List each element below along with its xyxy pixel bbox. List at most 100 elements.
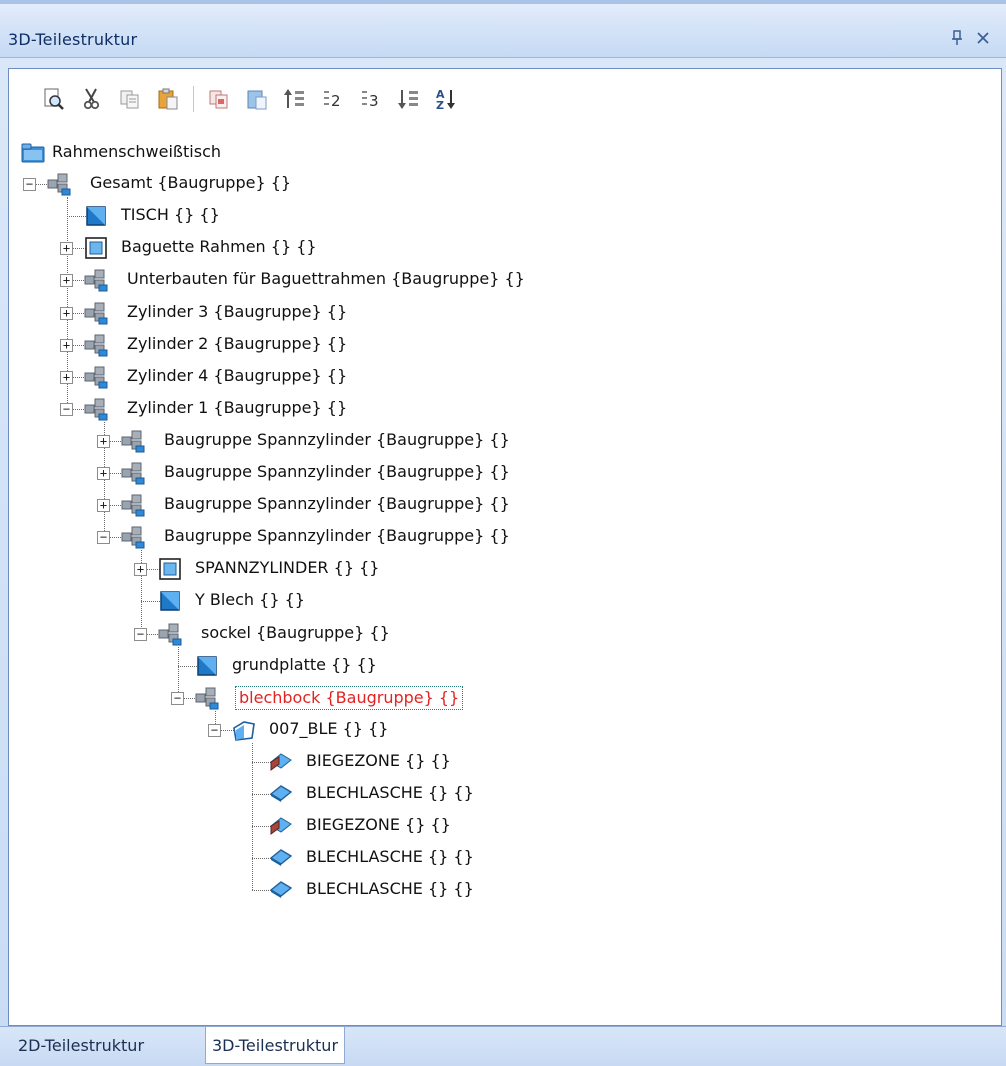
tree-node-label[interactable]: 007_BLE {} {} bbox=[266, 718, 391, 740]
assembly-icon bbox=[84, 333, 108, 357]
tree-node-label[interactable]: Baugruppe Spannzylinder {Baugruppe} {} bbox=[161, 429, 513, 451]
collapse-icon[interactable]: − bbox=[171, 691, 184, 705]
tree-node-label[interactable]: Baguette Rahmen {} {} bbox=[118, 236, 320, 258]
assembly-icon bbox=[121, 525, 145, 549]
structure-panel: 2 3 A Z Rahmenschweißtisch − Gesamt {Bau… bbox=[8, 68, 1002, 1026]
expand-icon[interactable]: + bbox=[60, 338, 73, 352]
window-title: 3D-Teilestruktur bbox=[8, 30, 138, 49]
flange-icon bbox=[269, 849, 293, 867]
bendzone-icon bbox=[269, 750, 293, 774]
app-window: 3D-Teilestruktur 2 3 A Z Rahmenschweißti… bbox=[0, 0, 1006, 1066]
tree-node-label[interactable]: TISCH {} {} bbox=[118, 204, 223, 226]
tab-2d-teilestruktur[interactable]: 2D-Teilestruktur bbox=[12, 1027, 150, 1065]
collapse-icon[interactable]: − bbox=[23, 178, 36, 192]
expand-icon[interactable]: + bbox=[60, 370, 73, 384]
expand-icon[interactable]: + bbox=[97, 467, 110, 480]
tree-root-label[interactable]: Rahmenschweißtisch bbox=[49, 141, 224, 163]
assembly-icon bbox=[121, 430, 145, 453]
sheetmetal-icon bbox=[232, 718, 256, 742]
part-icon bbox=[158, 589, 182, 613]
assembly-icon bbox=[84, 301, 108, 325]
tab-3d-teilestruktur[interactable]: 3D-Teilestruktur bbox=[205, 1027, 346, 1064]
collapse-icon[interactable]: − bbox=[97, 531, 110, 545]
part-icon bbox=[84, 204, 108, 228]
assembly-icon bbox=[158, 622, 182, 646]
tree-node-label[interactable]: Baugruppe Spannzylinder {Baugruppe} {} bbox=[161, 461, 513, 483]
close-icon[interactable] bbox=[976, 30, 990, 49]
assembly-icon bbox=[84, 398, 108, 421]
assembly-icon bbox=[84, 269, 108, 292]
assembly-icon bbox=[84, 365, 108, 389]
folder-icon bbox=[21, 143, 45, 163]
assembly-icon bbox=[121, 461, 145, 485]
tree-connector-vertical bbox=[252, 742, 253, 891]
tree-node-label[interactable]: Zylinder 3 {Baugruppe} {} bbox=[124, 301, 350, 323]
assembly-icon bbox=[195, 686, 219, 710]
tree-node-label[interactable]: BLECHLASCHE {} {} bbox=[303, 846, 477, 868]
sheetmetal-icon bbox=[233, 720, 255, 741]
expand-icon[interactable]: + bbox=[60, 306, 73, 320]
tree-node-label[interactable]: BLECHLASCHE {} {} bbox=[303, 878, 477, 900]
tree-node-label[interactable]: Zylinder 2 {Baugruppe} {} bbox=[124, 333, 350, 355]
expand-icon[interactable]: + bbox=[97, 499, 110, 513]
part-icon bbox=[160, 591, 180, 612]
assembly-icon bbox=[84, 268, 108, 292]
part-icon bbox=[195, 654, 219, 678]
part-tree: Rahmenschweißtisch − Gesamt {Baugruppe} {… bbox=[9, 69, 1001, 1025]
assembly-icon bbox=[47, 172, 71, 196]
assembly-icon bbox=[121, 493, 145, 517]
top-border bbox=[0, 0, 1006, 4]
tree-connector-vertical bbox=[178, 646, 179, 698]
title-bar: 3D-Teilestruktur bbox=[0, 0, 1006, 58]
assembly-icon bbox=[158, 623, 182, 645]
assembly-icon bbox=[84, 334, 108, 357]
subpart-icon bbox=[158, 557, 182, 581]
folder-icon bbox=[21, 141, 45, 165]
assembly-icon bbox=[84, 366, 108, 389]
collapse-icon[interactable]: − bbox=[60, 402, 73, 416]
assembly-icon bbox=[47, 173, 71, 196]
part-icon bbox=[197, 655, 217, 676]
subpart-icon bbox=[84, 236, 108, 260]
collapse-icon[interactable]: − bbox=[208, 723, 221, 737]
flange-icon bbox=[269, 782, 293, 806]
tree-node-label[interactable]: Baugruppe Spannzylinder {Baugruppe} {} bbox=[161, 525, 513, 547]
assembly-icon bbox=[84, 397, 108, 421]
assembly-icon bbox=[121, 429, 145, 453]
bendzone-icon bbox=[270, 817, 292, 836]
flange-icon bbox=[269, 785, 293, 802]
pin-icon[interactable] bbox=[950, 30, 964, 50]
subpart-icon bbox=[85, 237, 107, 260]
expand-icon[interactable]: + bbox=[60, 274, 73, 288]
tree-node-label[interactable]: Zylinder 1 {Baugruppe} {} bbox=[124, 397, 350, 419]
assembly-icon bbox=[195, 687, 219, 710]
subpart-icon bbox=[159, 558, 181, 581]
tree-node-label[interactable]: Gesamt {Baugruppe} {} bbox=[87, 172, 294, 194]
bottom-tab-bar: 2D-Teilestruktur 3D-Teilestruktur bbox=[0, 1026, 1006, 1066]
bendzone-icon bbox=[269, 814, 293, 838]
assembly-icon bbox=[84, 302, 108, 324]
expand-icon[interactable]: + bbox=[60, 242, 73, 256]
tree-node-label[interactable]: BIEGEZONE {} {} bbox=[303, 814, 454, 836]
tree-node-label[interactable]: Y Blech {} {} bbox=[192, 589, 308, 611]
assembly-icon bbox=[121, 494, 145, 517]
tree-node-label[interactable]: Baugruppe Spannzylinder {Baugruppe} {} bbox=[161, 493, 513, 515]
collapse-icon[interactable]: − bbox=[134, 627, 147, 641]
expand-icon[interactable]: + bbox=[134, 563, 147, 577]
tree-node-label-selected[interactable]: blechbock {Baugruppe} {} bbox=[235, 685, 464, 710]
flange-icon bbox=[269, 881, 293, 899]
tree-node-label[interactable]: BLECHLASCHE {} {} bbox=[303, 782, 477, 804]
bendzone-icon bbox=[270, 753, 292, 771]
assembly-icon bbox=[121, 526, 145, 549]
flange-icon bbox=[269, 878, 293, 902]
tree-node-label[interactable]: grundplatte {} {} bbox=[229, 654, 380, 676]
tree-node-label[interactable]: sockel {Baugruppe} {} bbox=[198, 622, 393, 644]
tree-node-label[interactable]: Zylinder 4 {Baugruppe} {} bbox=[124, 365, 350, 387]
tree-node-label[interactable]: SPANNZYLINDER {} {} bbox=[192, 557, 382, 579]
flange-icon bbox=[269, 846, 293, 870]
assembly-icon bbox=[121, 462, 145, 485]
tree-node-label[interactable]: BIEGEZONE {} {} bbox=[303, 750, 454, 772]
pin-glyph-icon bbox=[952, 30, 962, 45]
tree-node-label[interactable]: Unterbauten für Baguettrahmen {Baugruppe… bbox=[124, 268, 528, 290]
expand-icon[interactable]: + bbox=[97, 434, 110, 448]
